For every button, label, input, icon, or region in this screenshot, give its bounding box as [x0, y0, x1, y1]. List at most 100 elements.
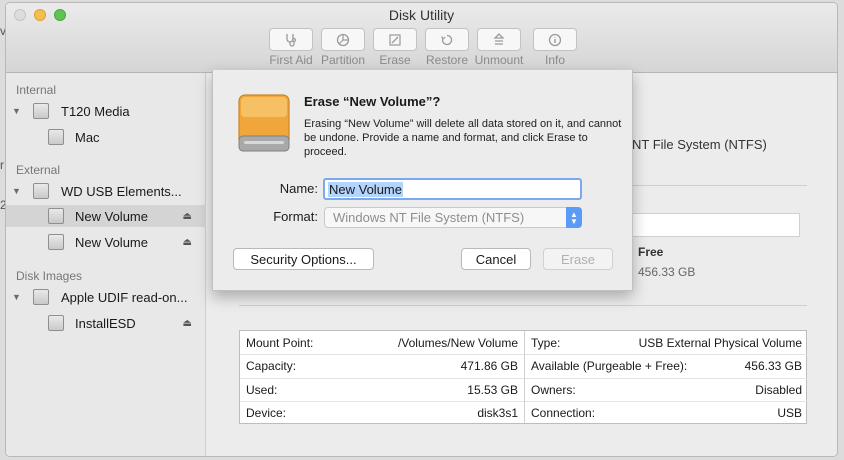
volume-icon — [48, 234, 64, 250]
toolbar-label: Info — [544, 53, 565, 67]
disclosure-triangle-icon[interactable]: ▼ — [12, 292, 21, 302]
volume-icon — [48, 315, 64, 331]
erase-icon — [389, 33, 401, 46]
info-value: 456.33 GB — [744, 359, 802, 374]
eject-icon[interactable]: ⏏ — [183, 211, 192, 222]
info-key: Device: — [246, 406, 287, 421]
format-label: Format: — [273, 209, 318, 224]
info-row: Type: USB External Physical Volume — [525, 331, 808, 355]
sidebar-section-external: External — [16, 163, 61, 177]
free-value: 456.33 GB — [638, 265, 696, 279]
info-column-right: Type: USB External Physical Volume Avail… — [524, 331, 808, 423]
info-key: Mount Point: — [246, 335, 314, 350]
info-row: Mount Point: /Volumes/New Volume — [240, 331, 524, 355]
info-key: Connection: — [531, 406, 596, 421]
select-stepper-icon[interactable]: ▲ ▼ — [566, 207, 582, 228]
desktop-text-fragment: r — [0, 158, 4, 172]
unmount-icon — [493, 32, 505, 45]
toolbar-erase[interactable]: Erase — [369, 28, 421, 67]
info-value: 471.86 GB — [460, 359, 518, 374]
usage-bar — [632, 213, 800, 237]
info-icon — [548, 33, 562, 46]
volume-icon — [48, 129, 64, 145]
titlebar: Disk Utility First Aid Partition Erase R… — [6, 3, 837, 73]
toolbar-first-aid[interactable]: First Aid — [265, 28, 317, 67]
external-drive-icon — [238, 94, 290, 152]
volume-icon — [48, 208, 64, 224]
info-row: Available (Purgeable + Free): 456.33 GB — [525, 355, 808, 379]
format-select[interactable]: Windows NT File System (NTFS) ▲ ▼ — [324, 207, 582, 228]
restore-icon — [441, 34, 453, 45]
sidebar-item-label: InstallESD — [75, 315, 136, 331]
info-value: disk3s1 — [477, 406, 518, 421]
volume-info-table: Mount Point: /Volumes/New Volume Capacit… — [239, 330, 808, 424]
sidebar-item-label: Apple UDIF read-on... — [61, 289, 188, 305]
toolbar-unmount[interactable]: Unmount — [473, 28, 525, 67]
info-key: Type: — [531, 335, 561, 350]
info-value: USB External Physical Volume — [638, 335, 802, 350]
sidebar-item-label: New Volume — [75, 208, 148, 224]
sidebar: Internal ▼ T120 Media Mac External ▼ WD … — [6, 73, 206, 456]
sidebar-item-new-volume[interactable]: New Volume ⏏ — [6, 231, 206, 253]
toolbar-partition[interactable]: Partition — [317, 28, 369, 67]
info-row: Device: disk3s1 — [240, 402, 524, 426]
info-value: 15.53 GB — [467, 382, 518, 397]
info-value: USB — [777, 406, 802, 421]
cancel-button[interactable]: Cancel — [461, 248, 531, 270]
sidebar-item-label: T120 Media — [61, 103, 130, 119]
disclosure-triangle-icon[interactable]: ▼ — [12, 186, 21, 196]
name-input[interactable]: New Volume — [323, 178, 582, 200]
toolbar-restore[interactable]: Restore — [421, 28, 473, 67]
volume-format-text: NT File System (NTFS) — [632, 137, 767, 152]
toolbar-label: Partition — [320, 53, 366, 67]
free-label: Free — [638, 245, 664, 259]
info-key: Available (Purgeable + Free): — [531, 359, 688, 374]
toolbar-label: Restore — [425, 53, 469, 67]
sidebar-section-internal: Internal — [16, 83, 57, 97]
info-value: /Volumes/New Volume — [397, 335, 518, 350]
toolbar-info[interactable]: Info — [529, 28, 581, 67]
info-button[interactable] — [533, 28, 577, 51]
info-key: Capacity: — [246, 359, 297, 374]
sidebar-item-label: WD USB Elements... — [61, 183, 182, 199]
unmount-button[interactable] — [477, 28, 521, 51]
sidebar-section-disk-images: Disk Images — [16, 269, 83, 283]
sidebar-item-apple-udif[interactable]: ▼ Apple UDIF read-on... — [6, 286, 206, 308]
sidebar-item-mac[interactable]: Mac — [6, 126, 206, 148]
sidebar-item-wd-usb-elements[interactable]: ▼ WD USB Elements... — [6, 180, 206, 202]
sidebar-item-label: New Volume — [75, 234, 148, 250]
hard-disk-icon — [33, 103, 49, 119]
sidebar-item-installesd[interactable]: InstallESD ⏏ — [6, 312, 206, 334]
toolbar-label: Unmount — [474, 53, 524, 67]
window-title: Disk Utility — [388, 7, 455, 23]
name-label: Name: — [279, 181, 318, 196]
dialog-title: Erase “New Volume”? — [304, 94, 441, 109]
security-options-button[interactable]: Security Options... — [233, 248, 374, 270]
info-row: Capacity: 471.86 GB — [240, 355, 524, 379]
info-key: Used: — [246, 382, 278, 397]
first-aid-button[interactable] — [269, 28, 313, 51]
erase-button[interactable] — [373, 28, 417, 51]
name-input-value: New Volume — [328, 181, 403, 197]
info-column-left: Mount Point: /Volumes/New Volume Capacit… — [240, 331, 524, 423]
divider — [239, 305, 807, 306]
dialog-message: Erasing “New Volume” will delete all dat… — [304, 118, 622, 158]
eject-icon[interactable]: ⏏ — [183, 318, 192, 329]
format-select-value: Windows NT File System (NTFS) — [333, 210, 525, 225]
sidebar-item-new-volume-selected[interactable]: New Volume ⏏ — [6, 205, 206, 227]
toolbar-label: First Aid — [269, 53, 313, 67]
toolbar-label: Erase — [379, 53, 411, 67]
erase-confirm-button[interactable]: Erase — [543, 248, 613, 270]
info-row: Owners: Disabled — [525, 378, 808, 402]
eject-icon[interactable]: ⏏ — [183, 237, 192, 248]
stethoscope-icon — [286, 33, 297, 47]
sidebar-item-label: Mac — [75, 129, 100, 145]
partition-button[interactable] — [321, 28, 365, 51]
info-row: Used: 15.53 GB — [240, 378, 524, 402]
external-disk-icon — [33, 183, 49, 199]
info-row: Connection: USB — [525, 402, 808, 426]
sidebar-item-t120-media[interactable]: ▼ T120 Media — [6, 100, 206, 122]
disclosure-triangle-icon[interactable]: ▼ — [12, 106, 21, 116]
restore-button[interactable] — [425, 28, 469, 51]
divider — [632, 185, 807, 186]
